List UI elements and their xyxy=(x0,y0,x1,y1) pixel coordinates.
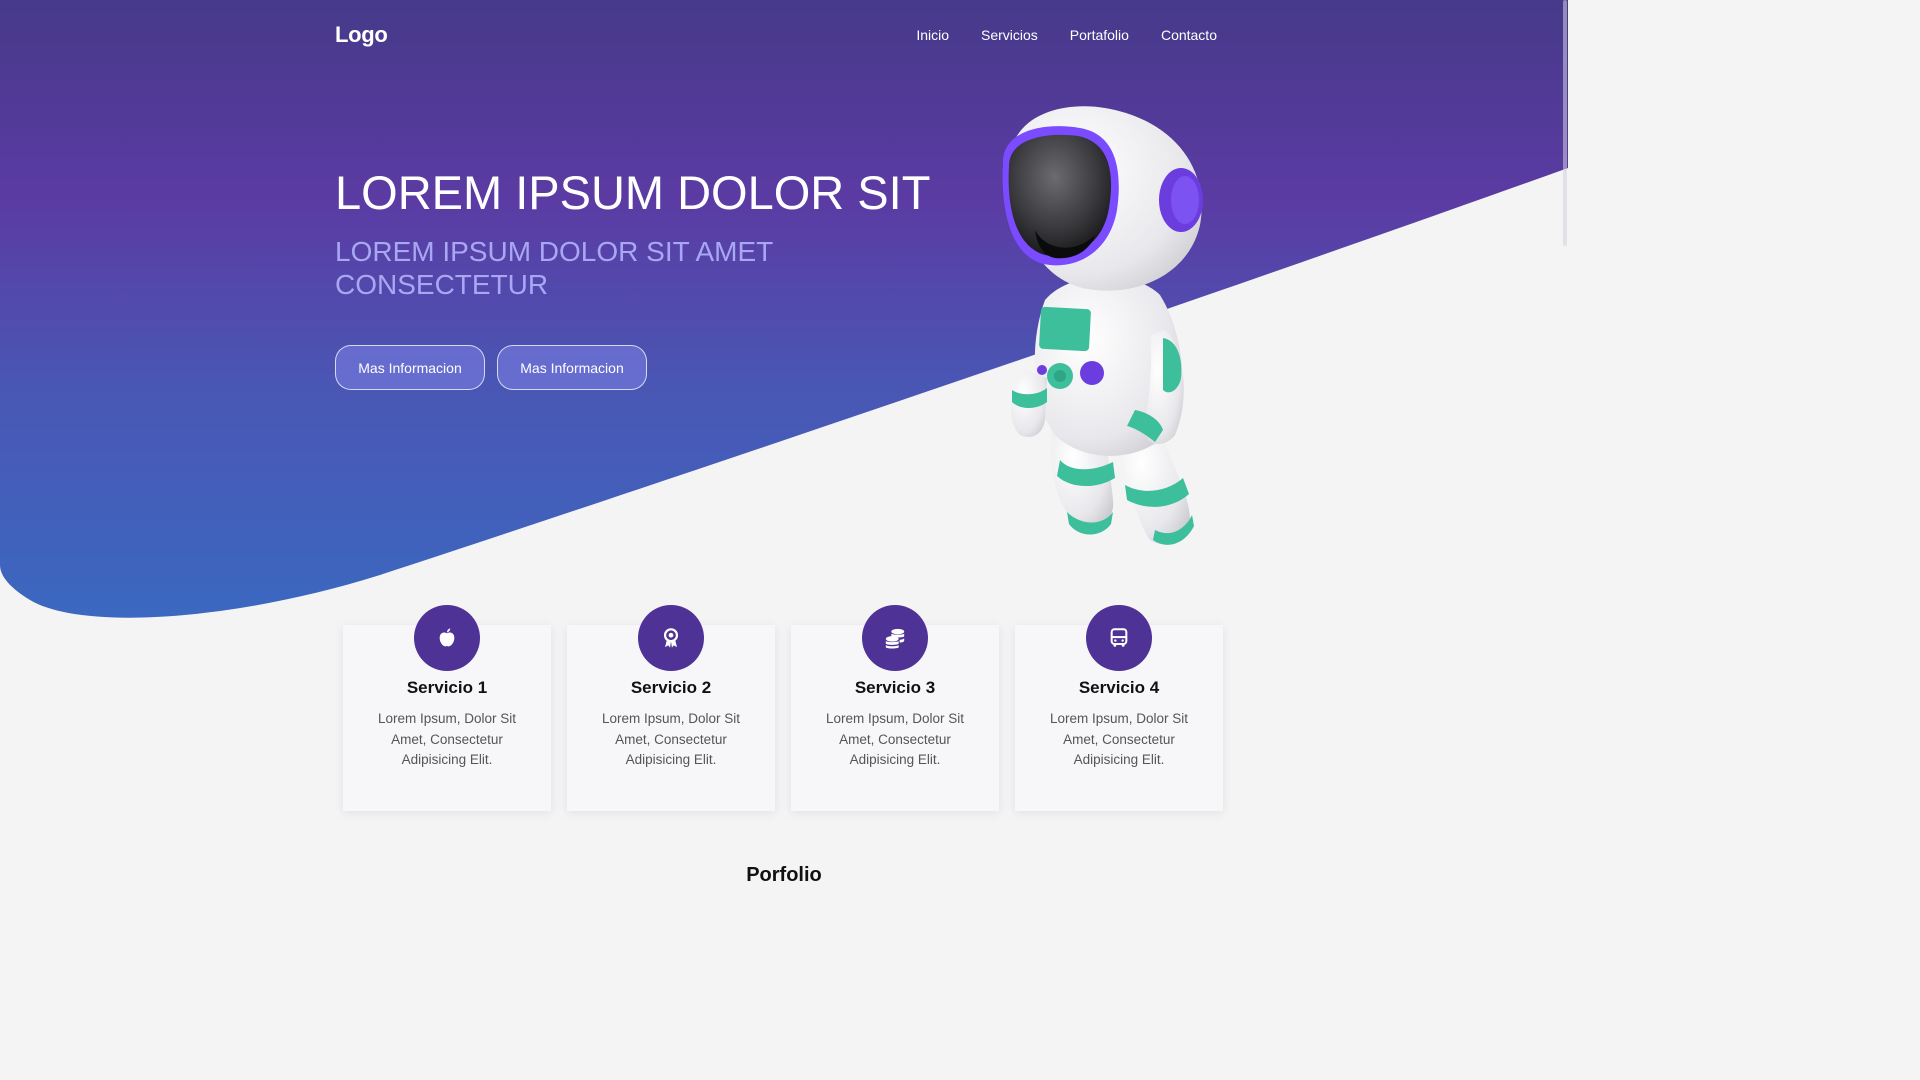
scrollbar-thumb[interactable] xyxy=(1563,0,1567,246)
nav-menu: Inicio Servicios Portafolio Contacto xyxy=(916,27,1217,43)
hero-subtitle: LOREM IPSUM DOLOR SIT AMET CONSECTETUR xyxy=(335,236,773,300)
portfolio-heading: Porfolio xyxy=(746,864,822,882)
service-card-2[interactable]: Servicio 2 Lorem Ipsum, Dolor Sit Amet, … xyxy=(567,605,775,811)
hero-title: LOREM IPSUM DOLOR SIT xyxy=(335,166,931,219)
landing-page: Logo Inicio Servicios Portafolio Contact… xyxy=(0,0,1568,882)
service-card-3[interactable]: Servicio 3 Lorem Ipsum, Dolor Sit Amet, … xyxy=(791,605,999,811)
service-icon-circle xyxy=(862,605,928,671)
coins-icon xyxy=(885,628,905,649)
scrollbar[interactable] xyxy=(1562,0,1568,882)
service-description: Lorem Ipsum, Dolor Sit Amet, Consectetur… xyxy=(1049,711,1189,767)
top-nav: Logo Inicio Servicios Portafolio Contact… xyxy=(335,18,1217,52)
service-icon-circle xyxy=(1086,605,1152,671)
bus-icon xyxy=(1110,628,1128,647)
astronaut-icon xyxy=(1002,106,1203,545)
service-title: Servicio 3 xyxy=(854,678,936,697)
service-description: Lorem Ipsum, Dolor Sit Amet, Consectetur… xyxy=(825,711,965,767)
nav-item-portafolio[interactable]: Portafolio xyxy=(1070,27,1129,43)
service-description: Lorem Ipsum, Dolor Sit Amet, Consectetur… xyxy=(601,711,741,767)
more-info-button-1[interactable]: Mas Informacion xyxy=(335,345,485,390)
service-title: Servicio 2 xyxy=(630,678,712,697)
apple-icon xyxy=(439,628,455,647)
award-icon xyxy=(663,628,679,648)
nav-item-inicio[interactable]: Inicio xyxy=(916,27,949,43)
service-icon-circle xyxy=(638,605,704,671)
service-title: Servicio 1 xyxy=(406,678,488,697)
service-title: Servicio 4 xyxy=(1078,678,1160,697)
logo[interactable]: Logo xyxy=(335,22,388,48)
hero-buttons: Mas Informacion Mas Informacion xyxy=(335,345,647,390)
nav-item-servicios[interactable]: Servicios xyxy=(981,27,1038,43)
services-section: Servicio 1 Lorem Ipsum, Dolor Sit Amet, … xyxy=(343,605,1223,811)
service-icon-circle xyxy=(414,605,480,671)
service-description: Lorem Ipsum, Dolor Sit Amet, Consectetur… xyxy=(377,711,517,767)
nav-item-contacto[interactable]: Contacto xyxy=(1161,27,1217,43)
service-card-4[interactable]: Servicio 4 Lorem Ipsum, Dolor Sit Amet, … xyxy=(1015,605,1223,811)
service-card-1[interactable]: Servicio 1 Lorem Ipsum, Dolor Sit Amet, … xyxy=(343,605,551,811)
more-info-button-2[interactable]: Mas Informacion xyxy=(497,345,647,390)
